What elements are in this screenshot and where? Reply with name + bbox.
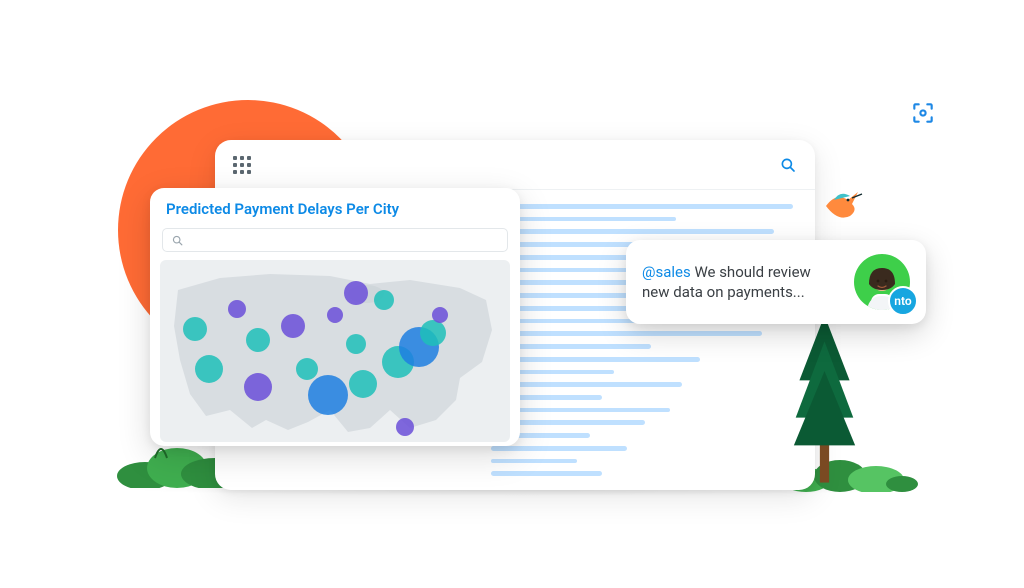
decorative-hummingbird [820, 186, 864, 226]
map-bubble[interactable] [420, 320, 446, 346]
bar [491, 229, 774, 234]
map-bubble[interactable] [183, 317, 207, 341]
map-bubble[interactable] [346, 334, 366, 354]
chat-mention[interactable]: @sales [642, 263, 691, 281]
bar [491, 204, 793, 209]
map-card-title: Predicted Payment Delays Per City [150, 188, 520, 222]
bar [491, 357, 700, 362]
bar [491, 459, 577, 464]
org-badge: nto [888, 286, 918, 316]
map-bubble[interactable] [308, 375, 348, 415]
bar [491, 331, 762, 336]
map-bubble[interactable] [246, 328, 270, 352]
map-search-input[interactable] [162, 228, 508, 252]
bar [491, 471, 602, 476]
map-bubble[interactable] [432, 307, 448, 323]
bar [491, 446, 627, 451]
map-bubble[interactable] [349, 370, 377, 398]
map-bubble[interactable] [374, 290, 394, 310]
map-bubble[interactable] [195, 355, 223, 383]
map-bubble[interactable] [344, 281, 368, 305]
chat-message-card[interactable]: @sales We should review new data on paym… [626, 240, 926, 324]
map-viewport[interactable] [160, 260, 510, 442]
decorative-tree [792, 314, 857, 488]
dashboard-header [215, 140, 815, 190]
map-card: Predicted Payment Delays Per City [150, 188, 520, 446]
us-map-outline [160, 260, 510, 442]
map-bubble[interactable] [228, 300, 246, 318]
scan-icon[interactable] [910, 100, 936, 126]
chat-avatar[interactable]: nto [854, 254, 910, 310]
apps-grid-icon[interactable] [233, 156, 251, 174]
chat-message-text: @sales We should review new data on paym… [642, 262, 842, 303]
map-bubble[interactable] [327, 307, 343, 323]
bar-chart-panel [485, 190, 815, 490]
search-icon[interactable] [779, 156, 797, 174]
map-bubble[interactable] [281, 314, 305, 338]
